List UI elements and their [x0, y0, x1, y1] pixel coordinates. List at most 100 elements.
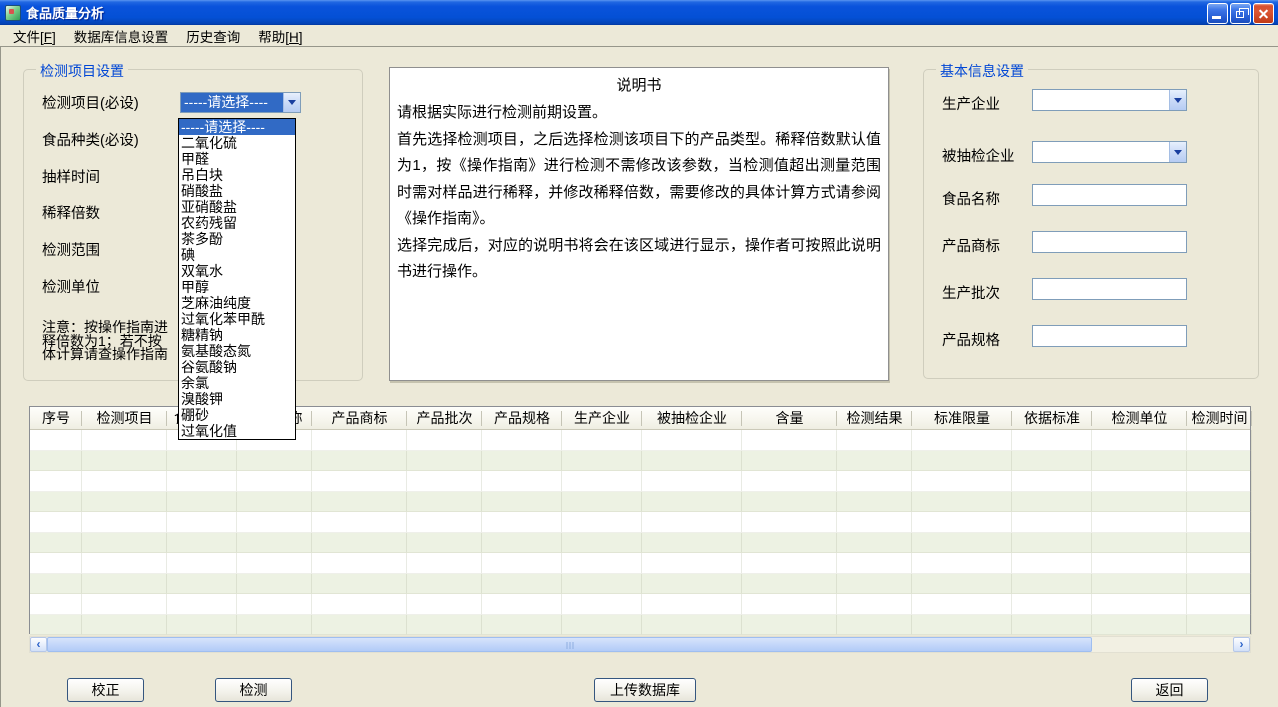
app-window: { "window": { "title": "食品质量分析" }, "menu… [0, 0, 1278, 707]
table-cell [482, 594, 562, 615]
table-cell [82, 615, 167, 636]
dropdown-option[interactable]: 糖精钠 [179, 327, 295, 343]
dropdown-option[interactable]: 甲醛 [179, 151, 295, 167]
detect-button[interactable]: 检测 [215, 678, 292, 702]
table-cell [237, 492, 312, 513]
table-row [30, 574, 1250, 595]
table-cell [1092, 533, 1187, 554]
table-cell [167, 553, 237, 574]
dropdown-option[interactable]: 溴酸钾 [179, 391, 295, 407]
table-cell [742, 533, 837, 554]
table-cell [167, 492, 237, 513]
table-cell [312, 451, 407, 472]
column-header[interactable]: 标准限量 [912, 407, 1012, 429]
detect-item-dropdown: -----请选择----二氧化硫甲醛吊白块硝酸盐亚硝酸盐农药残留茶多酚碘双氧水甲… [178, 118, 296, 440]
menu-item[interactable]: 数据库信息设置 [65, 24, 178, 48]
table-cell [642, 471, 742, 492]
column-header[interactable]: 产品商标 [312, 407, 407, 429]
product-spec-label: 产品规格 [942, 329, 1000, 350]
product-brand-input[interactable] [1032, 231, 1187, 253]
sampled-company-combobox[interactable] [1032, 141, 1187, 163]
dropdown-option[interactable]: -----请选择---- [179, 119, 295, 135]
dropdown-option[interactable]: 碘 [179, 247, 295, 263]
close-button[interactable] [1253, 3, 1274, 24]
detect-range-label: 检测范围 [42, 239, 100, 260]
table-cell [312, 553, 407, 574]
table-cell [482, 451, 562, 472]
dropdown-option[interactable]: 芝麻油纯度 [179, 295, 295, 311]
table-cell [237, 451, 312, 472]
dropdown-option[interactable]: 余氯 [179, 375, 295, 391]
table-cell [562, 430, 642, 451]
dropdown-option[interactable]: 硝酸盐 [179, 183, 295, 199]
chevron-down-icon[interactable] [283, 93, 300, 112]
back-button[interactable]: 返回 [1131, 678, 1208, 702]
calibrate-button[interactable]: 校正 [67, 678, 144, 702]
food-name-label: 食品名称 [942, 188, 1000, 209]
dropdown-option[interactable]: 氨基酸态氮 [179, 343, 295, 359]
producer-combobox[interactable] [1032, 89, 1187, 111]
dropdown-option[interactable]: 茶多酚 [179, 231, 295, 247]
column-header[interactable]: 检测时间 [1187, 407, 1252, 429]
table-cell [912, 471, 1012, 492]
upload-db-button[interactable]: 上传数据库 [594, 678, 696, 702]
dropdown-option[interactable]: 甲醇 [179, 279, 295, 295]
column-header[interactable]: 生产企业 [562, 407, 642, 429]
detect-item-combobox[interactable]: -----请选择---- [180, 92, 301, 113]
table-cell [167, 451, 237, 472]
dropdown-option[interactable]: 谷氨酸钠 [179, 359, 295, 375]
instruction-paragraph: 选择完成后，对应的说明书将会在该区域进行显示，操作者可按照此说明书进行操作。 [397, 233, 881, 286]
table-cell [912, 615, 1012, 636]
dropdown-option[interactable]: 农药残留 [179, 215, 295, 231]
horizontal-scrollbar[interactable]: ‹ › [29, 636, 1251, 653]
scroll-left-icon[interactable]: ‹ [30, 637, 47, 652]
table-cell [742, 615, 837, 636]
table-cell [912, 492, 1012, 513]
dropdown-option[interactable]: 丙二醛 [179, 439, 295, 440]
table-cell [912, 594, 1012, 615]
table-cell [1012, 594, 1092, 615]
column-header[interactable]: 检测项目 [82, 407, 167, 429]
table-cell [562, 512, 642, 533]
table-cell [1092, 615, 1187, 636]
table-cell [742, 492, 837, 513]
scrollbar-track[interactable] [47, 637, 1233, 652]
table-cell [30, 451, 82, 472]
column-header[interactable]: 检测单位 [1092, 407, 1187, 429]
table-cell [312, 533, 407, 554]
batch-input[interactable] [1032, 278, 1187, 300]
menu-item[interactable]: 历史查询 [177, 24, 249, 48]
minimize-button[interactable] [1207, 3, 1228, 24]
chevron-down-icon[interactable] [1169, 90, 1186, 110]
dropdown-option[interactable]: 过氧化值 [179, 423, 295, 439]
scrollbar-thumb[interactable] [47, 637, 1092, 652]
table-cell [30, 492, 82, 513]
table-cell [1187, 430, 1252, 451]
column-header[interactable]: 产品批次 [407, 407, 482, 429]
chevron-down-icon[interactable] [1169, 142, 1186, 162]
restore-button[interactable] [1230, 3, 1251, 24]
menu-item[interactable]: 帮助[H] [249, 24, 311, 48]
batch-label: 生产批次 [942, 282, 1000, 303]
column-header[interactable]: 被抽检企业 [642, 407, 742, 429]
table-cell [312, 615, 407, 636]
table-cell [1092, 512, 1187, 533]
dropdown-option[interactable]: 吊白块 [179, 167, 295, 183]
column-header[interactable]: 含量 [742, 407, 837, 429]
column-header[interactable]: 序号 [30, 407, 82, 429]
dropdown-option[interactable]: 亚硝酸盐 [179, 199, 295, 215]
detect-item-label: 检测项目(必设) [42, 92, 139, 113]
product-spec-input[interactable] [1032, 325, 1187, 347]
dropdown-option[interactable]: 过氧化苯甲酰 [179, 311, 295, 327]
dropdown-option[interactable]: 硼砂 [179, 407, 295, 423]
column-header[interactable]: 检测结果 [837, 407, 912, 429]
dropdown-option[interactable]: 二氧化硫 [179, 135, 295, 151]
column-header[interactable]: 产品规格 [482, 407, 562, 429]
food-name-input[interactable] [1032, 184, 1187, 206]
table-cell [482, 574, 562, 595]
menu-item[interactable]: 文件[F] [4, 24, 65, 48]
dropdown-option[interactable]: 双氧水 [179, 263, 295, 279]
column-header[interactable]: 依据标准 [1012, 407, 1092, 429]
table-cell [642, 574, 742, 595]
scroll-right-icon[interactable]: › [1233, 637, 1250, 652]
